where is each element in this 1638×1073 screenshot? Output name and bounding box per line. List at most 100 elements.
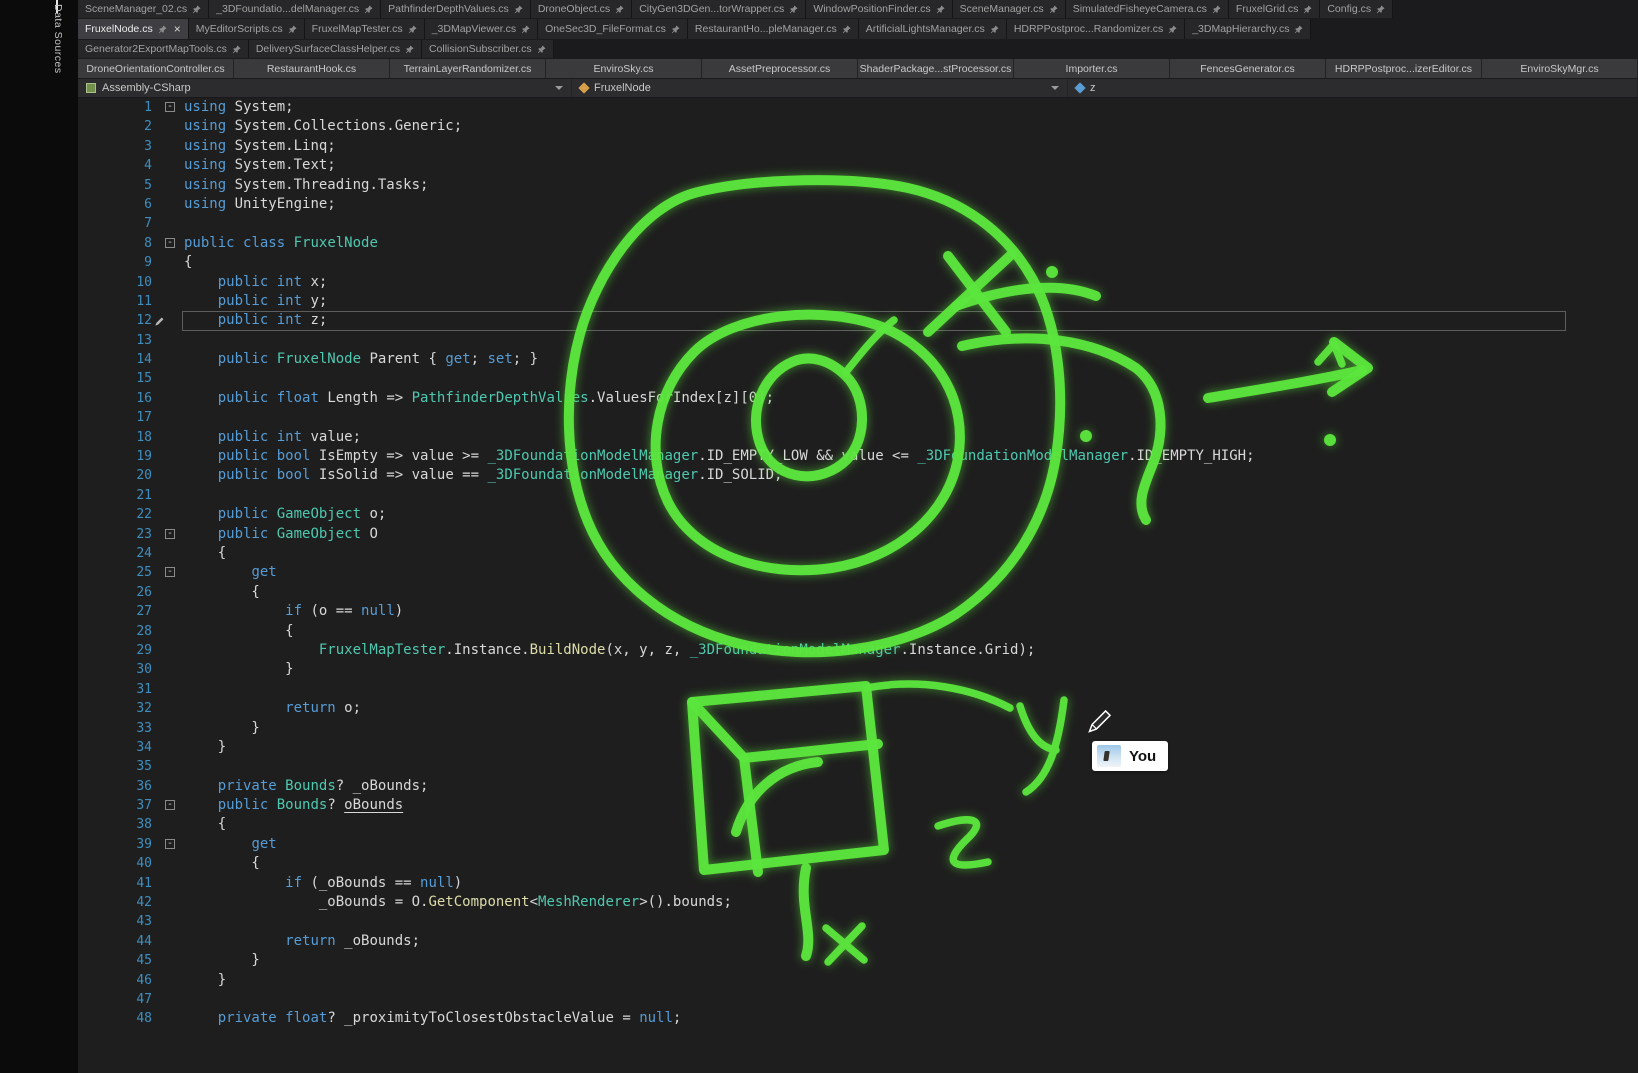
fold-minus-icon[interactable]: - bbox=[165, 567, 175, 577]
code-line-42[interactable]: 42 _oBounds = O.GetComponent<MeshRendere… bbox=[78, 893, 1638, 912]
tab-FencesGenerator.cs[interactable]: FencesGenerator.cs bbox=[1170, 59, 1326, 78]
pushpin-icon[interactable] bbox=[1294, 25, 1303, 34]
pushpin-icon[interactable] bbox=[192, 5, 201, 14]
pushpin-icon[interactable] bbox=[842, 25, 851, 34]
tab-HDRPPostproc...Randomizer.cs[interactable]: HDRPPostproc...Randomizer.cs bbox=[1007, 19, 1185, 39]
pushpin-icon[interactable] bbox=[232, 45, 241, 54]
code-line-34[interactable]: 34 } bbox=[78, 738, 1638, 757]
code-line-24[interactable]: 24 { bbox=[78, 544, 1638, 563]
code-line-22[interactable]: 22 public GameObject o; bbox=[78, 505, 1638, 524]
code-line-47[interactable]: 47 bbox=[78, 990, 1638, 1009]
code-line-5[interactable]: 5using System.Threading.Tasks; bbox=[78, 176, 1638, 195]
member-dropdown[interactable]: z bbox=[1068, 79, 1638, 97]
code-line-4[interactable]: 4using System.Text; bbox=[78, 156, 1638, 175]
pushpin-icon[interactable] bbox=[364, 5, 373, 14]
code-line-44[interactable]: 44 return _oBounds; bbox=[78, 932, 1638, 951]
pushpin-icon[interactable] bbox=[990, 25, 999, 34]
code-line-1[interactable]: 1-using System; bbox=[78, 98, 1638, 117]
pushpin-icon[interactable] bbox=[789, 5, 798, 14]
tab-RestaurantHook.cs[interactable]: RestaurantHook.cs bbox=[234, 59, 390, 78]
chevron-down-icon[interactable] bbox=[1051, 86, 1059, 90]
tab-SceneManager.cs[interactable]: SceneManager.cs bbox=[953, 0, 1066, 18]
fold-minus-icon[interactable]: - bbox=[165, 800, 175, 810]
code-line-2[interactable]: 2using System.Collections.Generic; bbox=[78, 117, 1638, 136]
code-line-27[interactable]: 27 if (o == null) bbox=[78, 602, 1638, 621]
code-line-9[interactable]: 9{ bbox=[78, 253, 1638, 272]
pushpin-icon[interactable] bbox=[158, 25, 167, 34]
tab-PathfinderDepthValues.cs[interactable]: PathfinderDepthValues.cs bbox=[381, 0, 531, 18]
tab-FruxelGrid.cs[interactable]: FruxelGrid.cs bbox=[1229, 0, 1320, 18]
tab-EnviroSky.cs[interactable]: EnviroSky.cs bbox=[546, 59, 702, 78]
tab-Importer.cs[interactable]: Importer.cs bbox=[1014, 59, 1170, 78]
tab-MyEditorScripts.cs[interactable]: MyEditorScripts.cs bbox=[189, 19, 305, 39]
code-line-28[interactable]: 28 { bbox=[78, 622, 1638, 641]
tab-SceneManager_02.cs[interactable]: SceneManager_02.cs bbox=[78, 0, 209, 18]
tab-OneSec3D_FileFormat.cs[interactable]: OneSec3D_FileFormat.cs bbox=[538, 19, 688, 39]
code-line-10[interactable]: 10 public int x; bbox=[78, 273, 1638, 292]
close-icon[interactable]: × bbox=[174, 24, 181, 34]
code-line-17[interactable]: 17 bbox=[78, 408, 1638, 427]
pushpin-icon[interactable] bbox=[521, 25, 530, 34]
tab-FruxelMapTester.cs[interactable]: FruxelMapTester.cs bbox=[305, 19, 425, 39]
tab-_3DFoundatio...delManager.cs[interactable]: _3DFoundatio...delManager.cs bbox=[209, 0, 381, 18]
pushpin-icon[interactable] bbox=[408, 25, 417, 34]
code-line-33[interactable]: 33 } bbox=[78, 719, 1638, 738]
chevron-down-icon[interactable] bbox=[555, 86, 563, 90]
code-line-15[interactable]: 15 bbox=[78, 369, 1638, 388]
code-line-35[interactable]: 35 bbox=[78, 757, 1638, 776]
pushpin-icon[interactable] bbox=[615, 5, 624, 14]
pushpin-icon[interactable] bbox=[1376, 5, 1385, 14]
code-line-7[interactable]: 7 bbox=[78, 214, 1638, 233]
fold-minus-icon[interactable]: - bbox=[165, 529, 175, 539]
code-line-45[interactable]: 45 } bbox=[78, 951, 1638, 970]
tab-DroneOrientationController.cs[interactable]: DroneOrientationController.cs bbox=[78, 59, 234, 78]
pushpin-icon[interactable] bbox=[1049, 5, 1058, 14]
code-line-16[interactable]: 16 public float Length => PathfinderDept… bbox=[78, 389, 1638, 408]
tab-TerrainLayerRandomizer.cs[interactable]: TerrainLayerRandomizer.cs bbox=[390, 59, 546, 78]
tab-SimulatedFisheyeCamera.cs[interactable]: SimulatedFisheyeCamera.cs bbox=[1066, 0, 1229, 18]
tab-ArtificialLightsManager.cs[interactable]: ArtificialLightsManager.cs bbox=[859, 19, 1007, 39]
code-line-14[interactable]: 14 public FruxelNode Parent { get; set; … bbox=[78, 350, 1638, 369]
code-line-6[interactable]: 6using UnityEngine; bbox=[78, 195, 1638, 214]
code-line-11[interactable]: 11 public int y; bbox=[78, 292, 1638, 311]
tab-CollisionSubscriber.cs[interactable]: CollisionSubscriber.cs bbox=[422, 40, 554, 58]
code-line-20[interactable]: 20 public bool IsSolid => value == _3DFo… bbox=[78, 466, 1638, 485]
pushpin-icon[interactable] bbox=[288, 25, 297, 34]
code-line-31[interactable]: 31 bbox=[78, 680, 1638, 699]
tab-HDRPPostproc...izerEditor.cs[interactable]: HDRPPostproc...izerEditor.cs bbox=[1326, 59, 1482, 78]
pushpin-icon[interactable] bbox=[1168, 25, 1177, 34]
pushpin-icon[interactable] bbox=[405, 45, 414, 54]
tab-CityGen3DGen...torWrapper.cs[interactable]: CityGen3DGen...torWrapper.cs bbox=[632, 0, 806, 18]
code-line-46[interactable]: 46 } bbox=[78, 971, 1638, 990]
fold-minus-icon[interactable]: - bbox=[165, 238, 175, 248]
fold-minus-icon[interactable]: - bbox=[165, 102, 175, 112]
code-line-8[interactable]: 8-public class FruxelNode bbox=[78, 234, 1638, 253]
tab-Generator2ExportMapTools.cs[interactable]: Generator2ExportMapTools.cs bbox=[78, 40, 249, 58]
tab-ShaderPackage...stProcessor.cs[interactable]: ShaderPackage...stProcessor.cs bbox=[858, 59, 1014, 78]
code-line-26[interactable]: 26 { bbox=[78, 583, 1638, 602]
pushpin-icon[interactable] bbox=[671, 25, 680, 34]
code-editor[interactable]: 1-using System;2using System.Collections… bbox=[78, 98, 1638, 1073]
code-line-41[interactable]: 41 if (_oBounds == null) bbox=[78, 874, 1638, 893]
tab-EnviroSkyMgr.cs[interactable]: EnviroSkyMgr.cs bbox=[1482, 59, 1638, 78]
data-sources-tab[interactable]: Data Sources bbox=[52, 4, 64, 74]
type-dropdown[interactable]: FruxelNode bbox=[572, 79, 1068, 97]
code-line-36[interactable]: 36 private Bounds? _oBounds; bbox=[78, 777, 1638, 796]
code-line-25[interactable]: 25- get bbox=[78, 563, 1638, 582]
code-line-3[interactable]: 3using System.Linq; bbox=[78, 137, 1638, 156]
code-line-43[interactable]: 43 bbox=[78, 912, 1638, 931]
tab-DeliverySurfaceClassHelper.cs[interactable]: DeliverySurfaceClassHelper.cs bbox=[249, 40, 422, 58]
code-line-12[interactable]: 12 public int z; bbox=[78, 311, 1638, 330]
pushpin-icon[interactable] bbox=[1303, 5, 1312, 14]
code-line-37[interactable]: 37- public Bounds? oBounds bbox=[78, 796, 1638, 815]
code-line-19[interactable]: 19 public bool IsEmpty => value >= _3DFo… bbox=[78, 447, 1638, 466]
tab-_3DMapViewer.cs[interactable]: _3DMapViewer.cs bbox=[425, 19, 538, 39]
code-line-30[interactable]: 30 } bbox=[78, 660, 1638, 679]
code-line-38[interactable]: 38 { bbox=[78, 815, 1638, 834]
code-line-39[interactable]: 39- get bbox=[78, 835, 1638, 854]
code-line-21[interactable]: 21 bbox=[78, 486, 1638, 505]
code-line-48[interactable]: 48 private float? _proximityToClosestObs… bbox=[78, 1009, 1638, 1028]
code-line-13[interactable]: 13 bbox=[78, 331, 1638, 350]
tab-Config.cs[interactable]: Config.cs bbox=[1320, 0, 1393, 18]
tab-DroneObject.cs[interactable]: DroneObject.cs bbox=[531, 0, 632, 18]
